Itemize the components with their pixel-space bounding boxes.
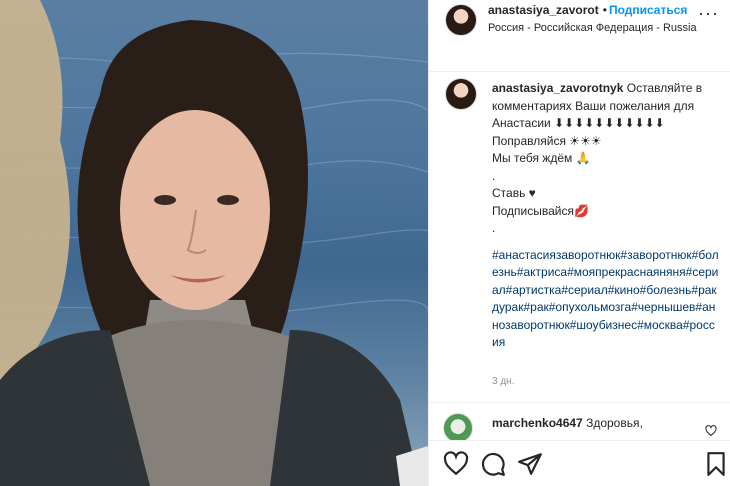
caption-dot: . (492, 168, 496, 183)
post-side-panel: anastasiya_zavorot • Подписаться Россия - … (428, 0, 730, 486)
caption-line-subscribe: Подписывайся💋 (492, 203, 589, 218)
separator-dot: • (602, 3, 607, 17)
post-photo[interactable] (0, 0, 428, 486)
comment-item: marchenko4647 Здоровья, (429, 402, 730, 443)
header-row: anastasiya_zavorot • Подписаться (488, 3, 687, 17)
comment-text: marchenko4647 Здоровья, (492, 416, 643, 430)
caption-line-like: Ставь ♥ (492, 186, 536, 200)
caption-text: anastasiya_zavorotnyk Оставляйте в комме… (492, 80, 720, 352)
commenter-avatar[interactable] (443, 413, 473, 443)
small-heart-icon[interactable] (705, 425, 717, 437)
follow-button[interactable]: Подписаться (609, 3, 687, 17)
bookmark-icon[interactable] (703, 451, 729, 477)
caption-username[interactable]: anastasiya_zavorotnyk (492, 81, 623, 95)
comment-icon[interactable] (480, 451, 506, 477)
caption-avatar[interactable] (445, 78, 477, 110)
comment-body: Здоровья, (582, 416, 643, 430)
caption-dot: . (492, 221, 496, 235)
author-username[interactable]: anastasiya_zavorot (488, 3, 599, 17)
commenter-username[interactable]: marchenko4647 (492, 416, 583, 430)
caption-block: anastasiya_zavorotnyk Оставляйте в комме… (429, 72, 730, 402)
action-bar (429, 440, 730, 486)
caption-line-waiting: Мы тебя ждём 🙏 (492, 151, 591, 165)
post-time[interactable]: 3 дн. (492, 376, 514, 387)
post-location[interactable]: Россия - Российская Федерация - Russia (488, 22, 697, 34)
heart-icon[interactable] (443, 451, 469, 477)
caption-hashtags[interactable]: #анастасиязаворотнюк#заворотнюк#болезнь#… (492, 247, 720, 352)
caption-line-get-well: Поправляйся ☀☀☀ (492, 133, 602, 148)
author-avatar[interactable] (445, 4, 477, 36)
post-header: anastasiya_zavorot • Подписаться Россия - … (429, 0, 730, 72)
post-photo-illustration (0, 0, 428, 486)
more-dots-icon[interactable]: ··· (698, 4, 719, 22)
paper-plane-icon[interactable] (517, 451, 543, 477)
